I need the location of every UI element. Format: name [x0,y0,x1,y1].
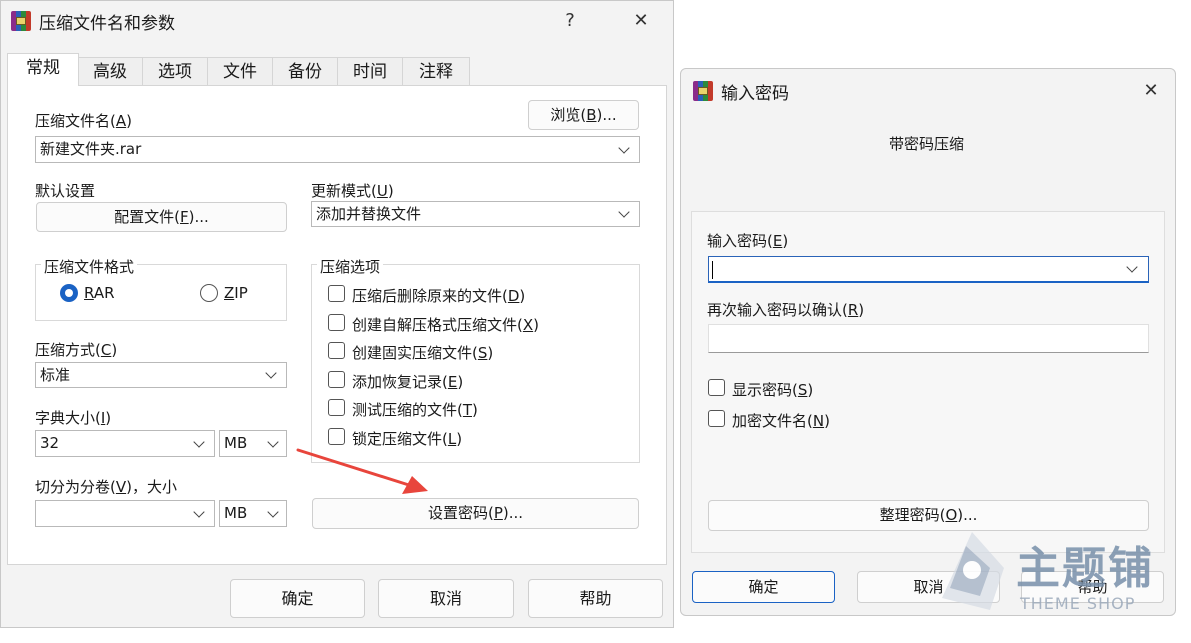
theme-shop-watermark: 主题铺 THEME SHOP [932,528,1172,618]
title-bar: 压缩文件名和参数 ? ✕ [1,1,673,41]
encrypt-names-label[interactable]: 加密文件名(N) [732,410,830,431]
chevron-down-icon [618,206,630,218]
delete-after-archiving-checkbox[interactable] [328,285,345,302]
split-volumes-label: 切分为分卷(V)，大小 [35,478,177,496]
split-unit-select[interactable]: MB [219,500,287,527]
archive-format-label: 压缩文件格式 [41,256,138,277]
encrypt-names-checkbox[interactable] [708,410,725,427]
default-settings-label: 默认设置 [35,182,96,200]
dialog-title: 压缩文件名和参数 [39,14,175,34]
dictionary-size-label: 字典大小(I) [35,409,112,427]
split-unit-value: MB [224,504,248,522]
dictionary-size-value: 32 [40,434,60,452]
organize-passwords-button[interactable]: 整理密码(O)... [708,500,1149,531]
password-ok-button[interactable]: 确定 [692,571,835,603]
dictionary-size-select[interactable]: 32 [35,430,215,457]
tab-comment[interactable]: 注释 [402,57,470,85]
show-password-label[interactable]: 显示密码(S) [732,379,813,400]
zip-label[interactable]: ZIP [224,284,248,302]
winrar-icon [11,11,31,31]
archive-name-dialog: 压缩文件名和参数 ? ✕ 常规 高级 选项 文件 备份 时间 注释 压缩文件名(… [0,0,674,628]
browse-button[interactable]: 浏览(B)... [528,100,639,130]
method-select[interactable]: 标准 [35,362,287,388]
method-value: 标准 [40,366,71,384]
recovery-record-label[interactable]: 添加恢复记录(E) [352,371,463,392]
chevron-down-icon [193,436,205,448]
help-icon[interactable]: ? [550,6,590,36]
dictionary-unit-select[interactable]: MB [219,430,287,457]
text-cursor [712,261,713,279]
reenter-password-field[interactable] [708,324,1149,353]
recovery-record-checkbox[interactable] [328,371,345,388]
reenter-password-label: 再次输入密码以确认(R) [707,301,865,319]
watermark-logo-icon [942,532,1004,610]
tab-advanced[interactable]: 高级 [77,57,143,85]
tab-general[interactable]: 常规 [7,53,79,86]
enter-password-label: 输入密码(E) [707,232,789,250]
archive-name-value: 新建文件夹.rar [40,140,142,158]
method-label: 压缩方式(C) [35,341,118,359]
chevron-down-icon [1126,261,1138,273]
rar-label[interactable]: RAR [84,284,115,302]
chevron-down-icon [618,142,630,154]
archiving-options-label: 压缩选项 [317,256,384,277]
password-title-bar: 输入密码 ✕ [681,69,1175,109]
tab-options[interactable]: 选项 [142,57,208,85]
update-mode-label: 更新模式(U) [311,182,394,200]
create-solid-label[interactable]: 创建固实压缩文件(S) [352,342,493,363]
winrar-icon [693,81,713,101]
annotation-arrow [296,448,428,494]
password-subtitle: 带密码压缩 [889,135,965,153]
dictionary-unit-value: MB [224,434,248,452]
chevron-down-icon [265,367,277,379]
archive-name-combo[interactable]: 新建文件夹.rar [35,136,640,163]
chevron-down-icon [267,436,279,448]
password-dialog-title: 输入密码 [721,84,789,104]
tab-backup[interactable]: 备份 [272,57,338,85]
watermark-sub: THEME SHOP [1020,594,1136,613]
close-icon[interactable]: ✕ [1131,76,1171,106]
split-size-select[interactable] [35,500,215,527]
rar-radio[interactable] [60,284,78,302]
password-panel: 输入密码(E) 再次输入密码以确认(R) 显示密码(S) 加密文件名(N) 整理… [691,211,1165,553]
profiles-button[interactable]: 配置文件(F)... [36,202,287,232]
enter-password-field[interactable] [708,256,1149,283]
archive-name-label: 压缩文件名(A) [35,112,132,130]
chevron-down-icon [193,506,205,518]
help-button[interactable]: 帮助 [528,579,663,618]
set-password-button[interactable]: 设置密码(P)... [312,498,639,529]
watermark-name: 主题铺 [1016,543,1154,594]
delete-after-archiving-label[interactable]: 压缩后删除原来的文件(D) [352,285,525,306]
create-sfx-label[interactable]: 创建自解压格式压缩文件(X) [352,314,539,335]
chevron-down-icon [267,506,279,518]
test-files-checkbox[interactable] [328,399,345,416]
tab-time[interactable]: 时间 [337,57,403,85]
test-files-label[interactable]: 测试压缩的文件(T) [352,399,478,420]
cancel-button[interactable]: 取消 [378,579,514,618]
create-sfx-checkbox[interactable] [328,314,345,331]
close-icon[interactable]: ✕ [621,6,661,36]
update-mode-select[interactable]: 添加并替换文件 [311,201,640,227]
zip-radio[interactable] [200,284,218,302]
tab-files[interactable]: 文件 [207,57,273,85]
update-mode-value: 添加并替换文件 [316,205,422,223]
ok-button[interactable]: 确定 [230,579,365,618]
show-password-checkbox[interactable] [708,379,725,396]
create-solid-checkbox[interactable] [328,342,345,359]
